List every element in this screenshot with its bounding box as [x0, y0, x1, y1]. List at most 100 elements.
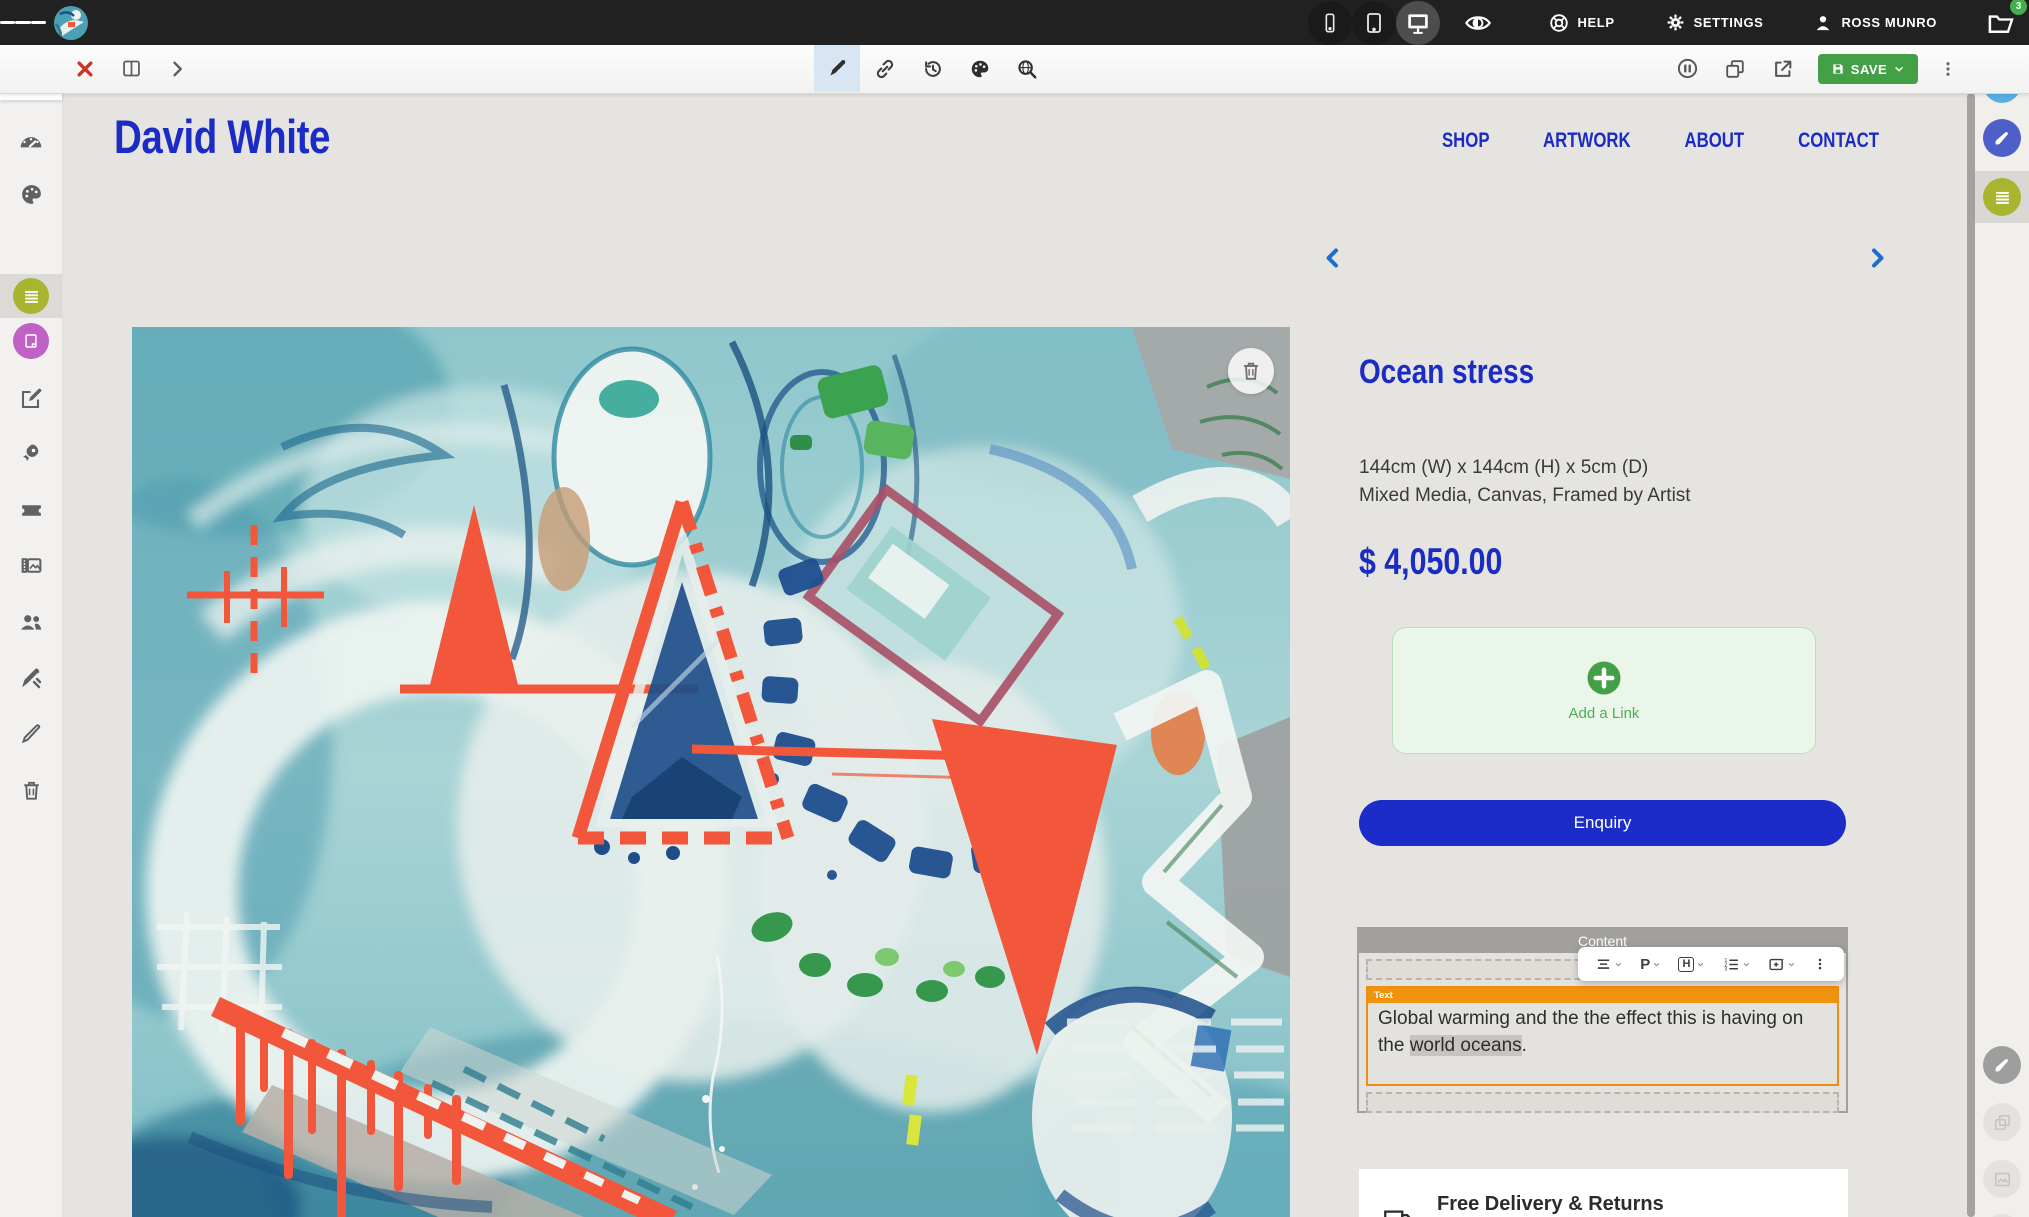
text-format-toolbar: P H 123 [1578, 947, 1844, 981]
nav-contact[interactable]: CONTACT [1798, 129, 1879, 153]
user-icon [1813, 13, 1833, 33]
paragraph-menu-button[interactable]: P [1640, 956, 1661, 973]
delivery-box-icon [1381, 1201, 1415, 1217]
expand-chevron-icon[interactable] [154, 45, 200, 92]
site-nav: SHOP ARTWORK ABOUT CONTACT [1436, 129, 1889, 153]
content-list-icon[interactable] [13, 278, 49, 314]
tablet-preview-icon[interactable] [1352, 1, 1396, 45]
save-label: SAVE [1851, 62, 1887, 77]
selected-text: world oceans [1410, 1035, 1522, 1056]
paragraph-icon: P [1640, 956, 1650, 973]
user-label: ROSS MUNRO [1841, 15, 1937, 30]
edit-pencil-icon[interactable] [814, 45, 860, 92]
desktop-preview-icon[interactable] [1396, 1, 1440, 45]
add-link-dropzone[interactable]: Add a Link [1392, 627, 1816, 754]
top-bar: HELP SETTINGS ROSS MUNRO 3 [0, 0, 2029, 45]
heading-menu-button[interactable]: H [1678, 957, 1705, 972]
align-menu-button[interactable] [1595, 956, 1623, 973]
site-preview-canvas: David White SHOP ARTWORK ABOUT CONTACT [62, 93, 1967, 1217]
text-block[interactable]: Text Global warming and the the effect t… [1366, 986, 1839, 1086]
hamburger-menu-icon[interactable] [0, 0, 46, 45]
contacts-people-icon[interactable] [13, 604, 49, 640]
insert-menu-button[interactable] [1768, 956, 1796, 973]
editor-toolbar: SAVE [0, 45, 2029, 94]
help-button[interactable]: HELP [1542, 11, 1621, 35]
chevron-down-icon [1742, 960, 1751, 969]
svg-text:3: 3 [1724, 966, 1727, 972]
insert-block-icon [1768, 956, 1785, 973]
enquiry-button[interactable]: Enquiry [1359, 800, 1846, 846]
trash-icon[interactable] [13, 772, 49, 808]
text-block-body[interactable]: Global warming and the the effect this i… [1368, 1003, 1837, 1084]
delivery-title: Free Delivery & Returns [1437, 1193, 1664, 1216]
brush-icon[interactable] [1983, 119, 2021, 157]
media-gallery-icon[interactable] [13, 547, 49, 583]
phone-preview-icon[interactable] [1308, 1, 1352, 45]
left-sidebar [0, 45, 63, 1217]
product-dimensions: 144cm (W) x 144cm (H) x 5cm (D) [1359, 457, 1648, 479]
list-icon[interactable] [1983, 178, 2021, 216]
list-menu-button[interactable]: 123 [1723, 956, 1751, 973]
chevron-down-icon [1614, 960, 1623, 969]
delete-image-icon[interactable] [1228, 348, 1274, 394]
duplicate-faded-icon[interactable] [1983, 1103, 2021, 1141]
right-sidebar [1975, 45, 2029, 1217]
more-options-icon[interactable] [1928, 45, 1968, 92]
settings-gear-icon [1665, 12, 1686, 33]
site-editor-app: HELP SETTINGS ROSS MUNRO 3 [0, 0, 2029, 1217]
brush-gray-icon[interactable] [1983, 1046, 2021, 1084]
product-image[interactable] [132, 327, 1290, 1217]
save-caret-icon [1893, 63, 1905, 75]
product-price: $ 4,050.00 [1359, 541, 1534, 583]
chevron-down-icon [1696, 960, 1705, 969]
delivery-card: Free Delivery & Returns [1359, 1169, 1848, 1217]
dashboard-gauge-icon[interactable] [13, 124, 49, 160]
nav-shop[interactable]: SHOP [1442, 129, 1490, 153]
add-link-plus-icon [1586, 660, 1622, 696]
chevron-down-icon [1652, 960, 1661, 969]
seo-globe-search-icon[interactable] [1004, 45, 1050, 92]
help-label: HELP [1578, 15, 1615, 30]
canvas-scrollbar[interactable] [1967, 93, 1975, 1217]
design-tools-icon[interactable] [13, 660, 49, 696]
theme-palette-icon[interactable] [957, 45, 1003, 92]
launch-rocket-icon[interactable] [13, 435, 49, 471]
ticket-icon[interactable] [13, 492, 49, 528]
carousel-next-icon[interactable] [1862, 243, 1892, 273]
more-format-options-icon[interactable] [1813, 957, 1827, 971]
add-link-label: Add a Link [1569, 705, 1640, 722]
save-floppy-icon [1831, 62, 1845, 76]
site-title[interactable]: David White [114, 109, 377, 164]
save-button[interactable]: SAVE [1818, 54, 1918, 84]
palette-icon[interactable] [13, 176, 49, 212]
product-title: Ocean stress [1359, 353, 1573, 392]
heading-icon: H [1678, 957, 1694, 972]
chevron-down-icon [1787, 960, 1796, 969]
edit-compose-icon[interactable] [13, 381, 49, 417]
align-center-icon [1595, 956, 1612, 973]
pen-icon[interactable] [13, 716, 49, 752]
pause-icon[interactable] [1664, 45, 1710, 92]
carousel-prev-icon[interactable] [1318, 243, 1348, 273]
notification-badge: 3 [2010, 0, 2027, 15]
ordered-list-icon: 123 [1723, 956, 1740, 973]
empty-block-placeholder-bottom[interactable] [1366, 1092, 1839, 1113]
nav-about[interactable]: ABOUT [1685, 129, 1745, 153]
duplicate-icon[interactable] [1712, 45, 1758, 92]
open-external-icon[interactable] [1760, 45, 1806, 92]
settings-button[interactable]: SETTINGS [1659, 11, 1770, 34]
history-icon[interactable] [910, 45, 956, 92]
site-avatar[interactable] [54, 6, 88, 40]
user-menu-button[interactable]: ROSS MUNRO [1807, 12, 1943, 34]
split-view-icon[interactable] [108, 45, 154, 92]
pages-icon[interactable] [13, 323, 49, 359]
nav-artwork[interactable]: ARTWORK [1543, 129, 1631, 153]
product-materials: Mixed Media, Canvas, Framed by Artist [1359, 485, 1691, 507]
help-lifebuoy-icon [1548, 12, 1570, 34]
link-icon[interactable] [862, 45, 908, 92]
close-icon[interactable] [62, 45, 108, 92]
image-faded-icon[interactable] [1983, 1160, 2021, 1198]
settings-label: SETTINGS [1694, 15, 1764, 30]
preview-eye-icon[interactable] [1456, 1, 1500, 45]
text-block-tag: Text [1368, 988, 1837, 1003]
